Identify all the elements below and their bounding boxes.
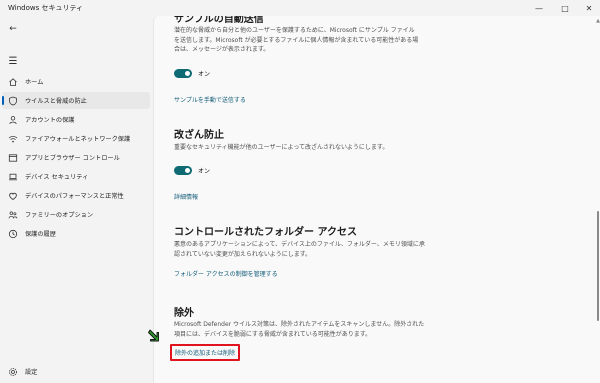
sidebar: ← ☰ ホーム ウイルスと脅威の防止 アカウントの保護 ファイアウォールとネット… <box>0 16 152 383</box>
sidebar-item-family-options[interactable]: ファミリーのオプション <box>2 206 150 223</box>
sidebar-item-label: ファミリーのオプション <box>25 212 94 219</box>
sample-submission-description: 潜在的な脅威から自分と他のユーザーを保護するために、Microsoft にサンプ… <box>174 27 419 53</box>
hamburger-menu-icon[interactable]: ☰ <box>6 56 20 68</box>
sidebar-item-account-protection[interactable]: アカウントの保護 <box>2 111 150 128</box>
section-heading-tamper-protection: 改ざん防止 <box>174 130 224 141</box>
learn-more-link[interactable]: 詳細情報 <box>174 192 198 201</box>
sidebar-item-virus-protection[interactable]: ウイルスと脅威の防止 <box>2 92 150 109</box>
sidebar-item-settings[interactable]: 設定 <box>2 363 150 380</box>
sample-submission-toggle[interactable] <box>174 69 192 78</box>
add-remove-exclusions-link[interactable]: 除外の追加または削除 <box>170 344 241 361</box>
submit-sample-manually-link[interactable]: サンプルを手動で送信する <box>174 95 246 104</box>
sidebar-item-protection-history[interactable]: 保護の履歴 <box>2 225 150 242</box>
controlled-folder-access-description: 悪意のあるアプリケーションによって、デバイス上のファイル、フォルダー、メモリ領域… <box>174 241 425 258</box>
home-icon <box>8 77 18 87</box>
close-button[interactable]: ✕ <box>578 0 600 16</box>
laptop-icon <box>8 172 18 182</box>
gear-icon <box>8 367 18 377</box>
sidebar-item-label: デバイス セキュリティ <box>25 174 89 181</box>
scroll-up-arrow-icon[interactable]: ▲ <box>596 18 600 24</box>
section-heading-sample-submission: サンプルの自動送信 <box>174 16 264 25</box>
section-heading-exclusions: 除外 <box>174 308 194 319</box>
person-icon <box>8 115 18 125</box>
back-arrow-icon[interactable]: ← <box>6 23 20 35</box>
pointer-arrow-icon <box>148 329 159 342</box>
sidebar-item-home[interactable]: ホーム <box>2 73 150 90</box>
family-icon <box>8 210 18 220</box>
wifi-icon <box>8 134 18 144</box>
sidebar-item-label: アカウントの保護 <box>25 117 75 124</box>
sidebar-item-label: アプリとブラウザー コントロール <box>25 155 120 162</box>
manage-folder-access-link[interactable]: フォルダー アクセスの制御を管理する <box>174 269 278 278</box>
sidebar-item-device-performance[interactable]: デバイスのパフォーマンスと正常性 <box>2 187 150 204</box>
maximize-button[interactable]: □ <box>554 0 576 16</box>
toggle-state-label: オン <box>198 168 211 175</box>
windows-security-window: Windows セキュリティ — □ ✕ ← ☰ ホーム ウイルスと脅威の防止 … <box>0 0 600 383</box>
tamper-protection-description: 重要なセキュリティ機能が他のユーザーによって改ざんされないようにします。 <box>174 144 389 151</box>
toggle-state-label: オン <box>198 71 211 78</box>
tamper-protection-toggle[interactable] <box>174 166 192 175</box>
sidebar-item-firewall[interactable]: ファイアウォールとネットワーク保護 <box>2 130 150 147</box>
sample-submission-toggle-row: オン <box>174 69 210 78</box>
section-heading-controlled-folder-access: コントロールされたフォルダー アクセス <box>174 227 357 238</box>
title-bar: Windows セキュリティ — □ ✕ <box>0 0 600 16</box>
settings-label: 設定 <box>25 369 38 376</box>
exclusions-description: Microsoft Defender ウイルス対策は、除外されたアイテムをスキャ… <box>174 321 425 338</box>
sidebar-item-label: ウイルスと脅威の防止 <box>25 98 87 105</box>
sidebar-item-label: ファイアウォールとネットワーク保護 <box>25 136 131 143</box>
sidebar-item-label: デバイスのパフォーマンスと正常性 <box>25 193 124 200</box>
history-icon <box>8 229 18 239</box>
sidebar-item-label: ホーム <box>25 79 44 86</box>
sidebar-item-label: 保護の履歴 <box>25 231 56 238</box>
app-title: Windows セキュリティ <box>8 4 84 12</box>
main-content: サンプルの自動送信 潜在的な脅威から自分と他のユーザーを保護するために、Micr… <box>153 16 600 383</box>
sidebar-item-device-security[interactable]: デバイス セキュリティ <box>2 168 150 185</box>
scrollbar-thumb[interactable] <box>597 211 599 321</box>
heart-icon <box>8 191 18 201</box>
sidebar-item-app-browser-control[interactable]: アプリとブラウザー コントロール <box>2 149 150 166</box>
tamper-protection-toggle-row: オン <box>174 166 210 175</box>
minimize-button[interactable]: — <box>528 0 550 16</box>
app-window-icon <box>8 153 18 163</box>
shield-icon <box>8 96 18 106</box>
